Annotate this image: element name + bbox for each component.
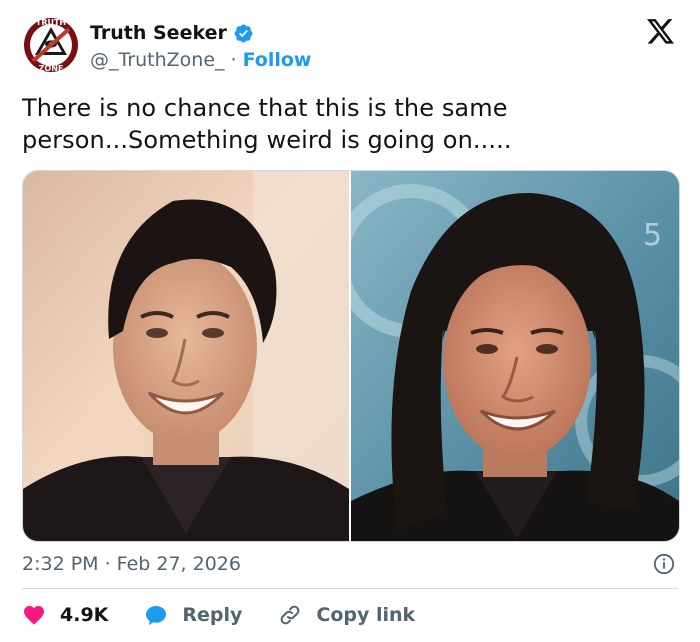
copy-link-label: Copy link bbox=[316, 604, 416, 626]
media-photo-left[interactable] bbox=[23, 171, 349, 541]
link-icon bbox=[281, 605, 300, 625]
copy-link-button[interactable]: Copy link bbox=[278, 603, 415, 627]
portrait-photo-left bbox=[23, 171, 349, 541]
separator-dot: · bbox=[230, 49, 237, 71]
tweet-meta: 2:32 PM · Feb 27, 2026 bbox=[22, 549, 678, 579]
tweet-text: There is no chance that this is the same… bbox=[22, 94, 512, 154]
reply-label: Reply bbox=[182, 604, 243, 626]
heart-icon bbox=[24, 606, 44, 625]
tweet-media[interactable]: 5 bbox=[22, 170, 680, 542]
avatar-image: TRUTH ZONE bbox=[24, 18, 78, 73]
likes-count: 4.9K bbox=[60, 604, 109, 626]
speech-bubble-icon bbox=[146, 606, 167, 625]
media-photo-right[interactable]: 5 bbox=[351, 171, 679, 541]
verified-badge-icon bbox=[233, 23, 254, 44]
divider bbox=[22, 588, 678, 589]
reply-button[interactable]: Reply bbox=[144, 603, 242, 627]
svg-text:TRUTH: TRUTH bbox=[36, 18, 66, 27]
author-name-row: Truth Seeker bbox=[90, 19, 254, 47]
tweet-actions: 4.9K Reply Copy link bbox=[22, 600, 451, 630]
info-icon[interactable] bbox=[653, 553, 675, 575]
portrait-photo-right: 5 bbox=[351, 171, 679, 541]
follow-button[interactable]: Follow bbox=[243, 49, 312, 71]
author-handle[interactable]: @_TruthZone_ bbox=[90, 49, 225, 71]
svg-text:5: 5 bbox=[643, 218, 662, 253]
avatar[interactable]: TRUTH ZONE bbox=[23, 13, 79, 77]
display-name[interactable]: Truth Seeker bbox=[90, 22, 227, 44]
svg-text:ZONE: ZONE bbox=[39, 64, 64, 73]
handle-row: @_TruthZone_ · Follow bbox=[90, 47, 311, 73]
tweet-card: TRUTH ZONE Truth Seeker @_TruthZone_ · F… bbox=[0, 0, 700, 642]
like-button[interactable]: 4.9K bbox=[22, 603, 108, 627]
tweet-timestamp[interactable]: 2:32 PM · Feb 27, 2026 bbox=[22, 553, 241, 575]
x-logo-icon[interactable] bbox=[647, 19, 675, 45]
